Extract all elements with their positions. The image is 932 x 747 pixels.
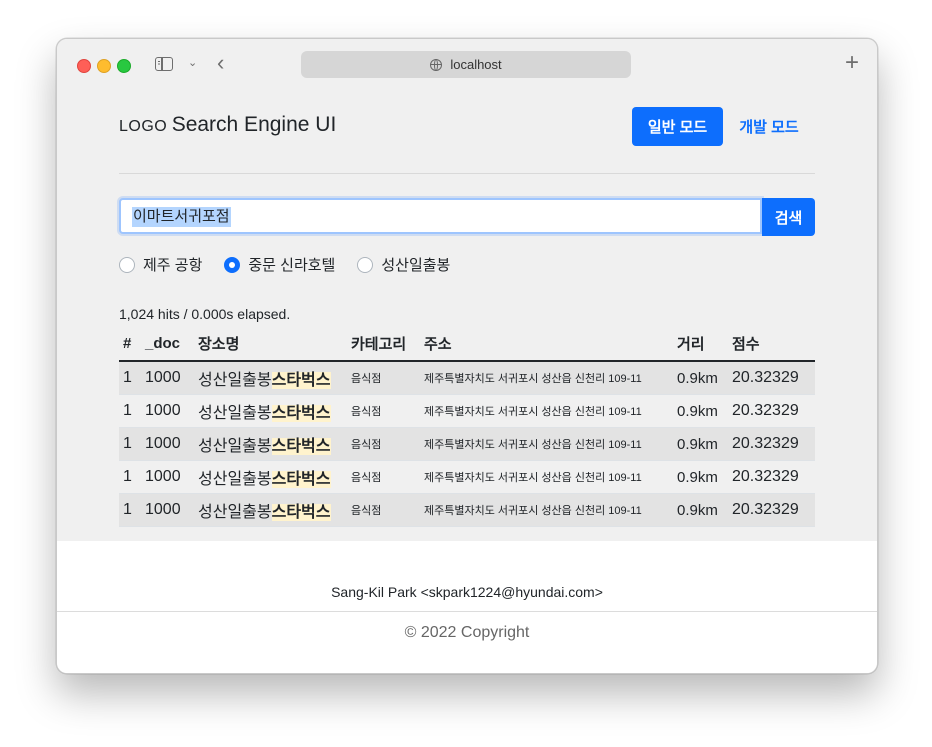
- cell-address: 제주특별자치도 서귀포시 성산읍 신천리 109-11: [420, 427, 673, 461]
- table-row[interactable]: 1 1000 성산일출봉스타벅스 음식점 제주특별자치도 서귀포시 성산읍 신천…: [119, 427, 815, 461]
- cell-name: 성산일출봉스타벅스: [194, 361, 347, 395]
- header-divider: [119, 173, 815, 174]
- cell-doc: 1000: [141, 493, 194, 527]
- cell-distance: 0.9km: [673, 427, 728, 461]
- radio-seongsan[interactable]: 성산일출봉: [357, 254, 450, 275]
- cell-name: 성산일출봉스타벅스: [194, 493, 347, 527]
- table-row[interactable]: 1 1000 성산일출봉스타벅스 음식점 제주특별자치도 서귀포시 성산읍 신천…: [119, 493, 815, 527]
- browser-window: ⌄ ‹ localhost + LOGO Search Engine UI 일반…: [56, 38, 878, 674]
- zoom-window-icon[interactable]: [117, 59, 131, 73]
- app-title: Search Engine UI: [171, 113, 337, 136]
- radio-label: 제주 공항: [143, 257, 203, 274]
- globe-icon: [430, 58, 443, 71]
- name-plain: 성산일출봉: [198, 471, 272, 488]
- normal-mode-button[interactable]: 일반 모드: [632, 107, 723, 146]
- footer-divider: [57, 611, 877, 612]
- table-row[interactable]: 1 1000 성산일출봉스타벅스 음식점 제주특별자치도 서귀포시 성산읍 신천…: [119, 361, 815, 395]
- col-header-address: 주소: [420, 327, 673, 362]
- logo: LOGO Search Engine UI: [119, 113, 336, 137]
- minimize-window-icon[interactable]: [97, 59, 111, 73]
- cell-num: 1: [119, 361, 141, 395]
- name-plain: 성산일출봉: [198, 372, 272, 389]
- cell-score: 20.32329: [728, 493, 815, 527]
- copyright-text: © 2022 Copyright: [404, 624, 530, 641]
- radio-label: 성산일출봉: [381, 257, 451, 274]
- cell-address: 제주특별자치도 서귀포시 성산읍 신천리 109-11: [420, 394, 673, 428]
- col-header-category: 카테고리: [347, 327, 420, 362]
- radio-circle-icon[interactable]: [119, 256, 135, 273]
- dev-mode-button[interactable]: 개발 모드: [730, 107, 808, 146]
- search-input[interactable]: 이마트서귀포점: [119, 198, 762, 234]
- cell-address: 제주특별자치도 서귀포시 성산읍 신천리 109-11: [420, 361, 673, 395]
- cell-doc: 1000: [141, 460, 194, 494]
- cell-name: 성산일출봉스타벅스: [194, 460, 347, 494]
- cell-score: 20.32329: [728, 427, 815, 461]
- table-row[interactable]: 1 1000 성산일출봉스타벅스 음식점 제주특별자치도 서귀포시 성산읍 신천…: [119, 394, 815, 428]
- cell-doc: 1000: [141, 361, 194, 395]
- cell-doc: 1000: [141, 394, 194, 428]
- cell-distance: 0.9km: [673, 394, 728, 428]
- cell-distance: 0.9km: [673, 493, 728, 527]
- address-text: localhost: [450, 57, 502, 72]
- col-header-name: 장소명: [194, 327, 347, 362]
- name-plain: 성산일출봉: [198, 405, 272, 422]
- cell-name: 성산일출봉스타벅스: [194, 394, 347, 428]
- results-table: # _doc 장소명 카테고리 주소 거리 점수 1 1000 성산일출봉스타벅…: [119, 327, 815, 527]
- col-header-num: #: [119, 327, 141, 362]
- col-header-distance: 거리: [673, 327, 728, 362]
- name-plain: 성산일출봉: [198, 504, 272, 521]
- page-content: LOGO Search Engine UI 일반 모드 개발 모드 이마트서귀포…: [57, 91, 877, 541]
- cell-score: 20.32329: [728, 460, 815, 494]
- cell-num: 1: [119, 394, 141, 428]
- radio-jungmun-shilla[interactable]: 중문 신라호텔: [224, 254, 335, 275]
- search-button[interactable]: 검색: [762, 198, 815, 236]
- cell-num: 1: [119, 460, 141, 494]
- cell-category: 음식점: [347, 361, 420, 395]
- name-highlight: 스타벅스: [271, 471, 331, 488]
- address-bar[interactable]: localhost: [301, 51, 631, 78]
- name-highlight: 스타벅스: [271, 405, 331, 422]
- cell-score: 20.32329: [728, 394, 815, 428]
- logo-mark: LOGO: [119, 118, 168, 135]
- cell-address: 제주특별자치도 서귀포시 성산읍 신천리 109-11: [420, 493, 673, 527]
- page-footer: Sang-Kil Park <skpark1224@hyundai.com> ©…: [57, 541, 877, 673]
- col-header-score: 점수: [728, 327, 815, 362]
- results-summary: 1,024 hits / 0.000s elapsed.: [119, 306, 291, 322]
- name-plain: 성산일출봉: [198, 438, 272, 455]
- radio-checked-icon[interactable]: [224, 256, 241, 273]
- close-window-icon[interactable]: [77, 59, 91, 73]
- cell-score: 20.32329: [728, 361, 815, 395]
- cell-num: 1: [119, 427, 141, 461]
- table-row[interactable]: 1 1000 성산일출봉스타벅스 음식점 제주특별자치도 서귀포시 성산읍 신천…: [119, 460, 815, 494]
- table-header-row: # _doc 장소명 카테고리 주소 거리 점수: [119, 327, 815, 362]
- sidebar-toggle-icon[interactable]: [155, 57, 173, 71]
- cell-distance: 0.9km: [673, 361, 728, 395]
- name-highlight: 스타벅스: [271, 504, 331, 521]
- radio-label: 중문 신라호텔: [248, 257, 336, 274]
- radio-circle-icon[interactable]: [357, 256, 374, 273]
- cell-name: 성산일출봉스타벅스: [194, 427, 347, 461]
- cell-address: 제주특별자치도 서귀포시 성산읍 신천리 109-11: [420, 460, 673, 494]
- new-tab-icon[interactable]: +: [845, 51, 859, 75]
- cell-doc: 1000: [141, 427, 194, 461]
- radio-jeju-airport[interactable]: 제주 공항: [119, 254, 202, 275]
- title-bar: ⌄ ‹ localhost +: [57, 39, 877, 91]
- back-arrow-icon[interactable]: ‹: [217, 51, 224, 75]
- cell-num: 1: [119, 493, 141, 527]
- name-highlight: 스타벅스: [271, 372, 331, 389]
- cell-distance: 0.9km: [673, 460, 728, 494]
- cell-category: 음식점: [347, 460, 420, 494]
- chevron-down-icon[interactable]: ⌄: [188, 56, 197, 69]
- cell-category: 음식점: [347, 394, 420, 428]
- author-credit: Sang-Kil Park <skpark1224@hyundai.com>: [331, 584, 603, 600]
- col-header-doc: _doc: [141, 327, 194, 362]
- cell-category: 음식점: [347, 427, 420, 461]
- location-radio-group: 제주 공항 중문 신라호텔 성산일출봉: [119, 254, 472, 275]
- cell-category: 음식점: [347, 493, 420, 527]
- name-highlight: 스타벅스: [271, 438, 331, 455]
- search-query-text: 이마트서귀포점: [132, 207, 231, 227]
